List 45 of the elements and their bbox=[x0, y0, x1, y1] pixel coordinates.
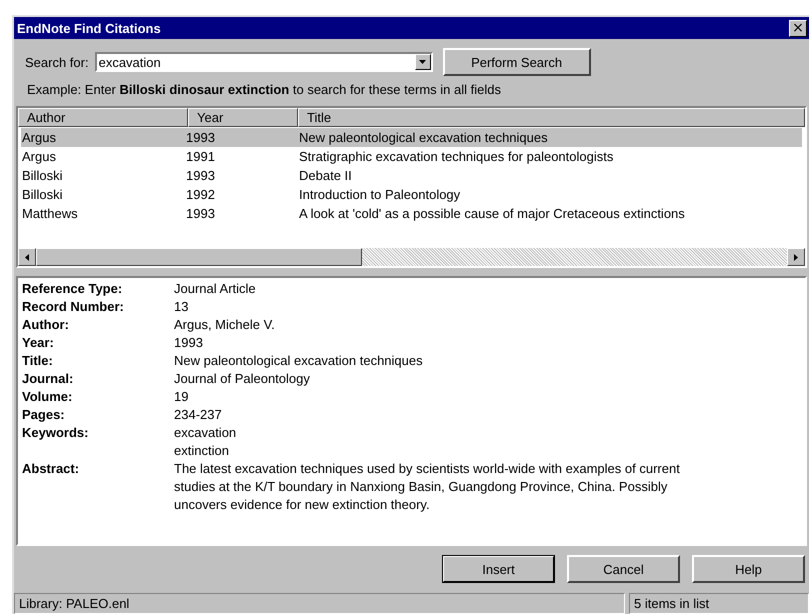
status-count: 5 items in list bbox=[629, 593, 809, 614]
field-value: New paleontological excavation techniques bbox=[174, 352, 424, 370]
scroll-left-icon[interactable] bbox=[18, 248, 36, 266]
column-header[interactable]: Author bbox=[18, 108, 188, 127]
perform-search-button[interactable]: Perform Search bbox=[442, 48, 591, 76]
field-value: 13 bbox=[174, 298, 190, 316]
search-label: Search for: bbox=[25, 54, 89, 70]
field-label: Journal: bbox=[22, 370, 74, 388]
field-label: Reference Type: bbox=[22, 280, 124, 298]
field-value: studies at the K/T boundary in Nanxiong Basin, Guangdong Province, China. Possibly bbox=[174, 478, 668, 496]
column-header[interactable]: Title bbox=[298, 108, 805, 127]
field-value: 19 bbox=[174, 388, 190, 406]
field-label: Keywords: bbox=[22, 424, 90, 442]
scroll-right-icon[interactable] bbox=[787, 248, 805, 266]
field-value: uncovers evidence for new extinction theory. bbox=[174, 496, 431, 514]
field-value: 234-237 bbox=[174, 406, 223, 424]
result-row[interactable]: Billoski 1993 Debate II bbox=[21, 166, 802, 185]
field-label: Pages: bbox=[22, 406, 66, 424]
field-value: Argus, Michele V. bbox=[174, 316, 276, 334]
scroll-thumb[interactable] bbox=[36, 248, 362, 266]
dialog-button[interactable]: Cancel bbox=[567, 555, 680, 583]
result-row[interactable]: Argus 1991 Stratigraphic excavation techniques for paleontologists bbox=[21, 147, 802, 166]
window-title: EndNote Find Citations bbox=[17, 20, 161, 36]
field-value: 1993 bbox=[174, 334, 204, 352]
column-header[interactable]: Year bbox=[188, 108, 298, 127]
field-label: Title: bbox=[22, 352, 54, 370]
field-label: Author: bbox=[22, 316, 70, 334]
dialog-button[interactable]: Insert bbox=[442, 555, 555, 583]
status-library: Library: PALEO.enl bbox=[14, 593, 625, 614]
field-value: extinction bbox=[174, 442, 230, 460]
field-label: Abstract: bbox=[22, 460, 80, 478]
result-row[interactable]: Matthews 1993 A look at 'cold' as a possible cause of major Cretaceous extinctions bbox=[21, 204, 802, 223]
close-button[interactable]: × bbox=[789, 20, 807, 36]
field-label: Record Number: bbox=[22, 298, 125, 316]
example-text: Example: Enter Billoski dinosaur extinction to search for these terms in all fields bbox=[27, 82, 502, 99]
field-value: Journal Article bbox=[174, 280, 257, 298]
search-combo-box[interactable]: excavation bbox=[94, 52, 433, 72]
field-label: Volume: bbox=[22, 388, 74, 406]
field-label: Year: bbox=[22, 334, 55, 352]
result-row[interactable]: Argus 1993 New paleontological excavation techniques bbox=[21, 128, 802, 147]
field-value: Journal of Paleontology bbox=[174, 370, 311, 388]
dialog-button[interactable]: Help bbox=[692, 555, 805, 583]
result-row[interactable]: Billoski 1992 Introduction to Paleontology bbox=[21, 185, 802, 204]
field-value: excavation bbox=[174, 424, 238, 442]
field-value: The latest excavation techniques used by scientists world-wide with examples of current bbox=[174, 460, 681, 478]
